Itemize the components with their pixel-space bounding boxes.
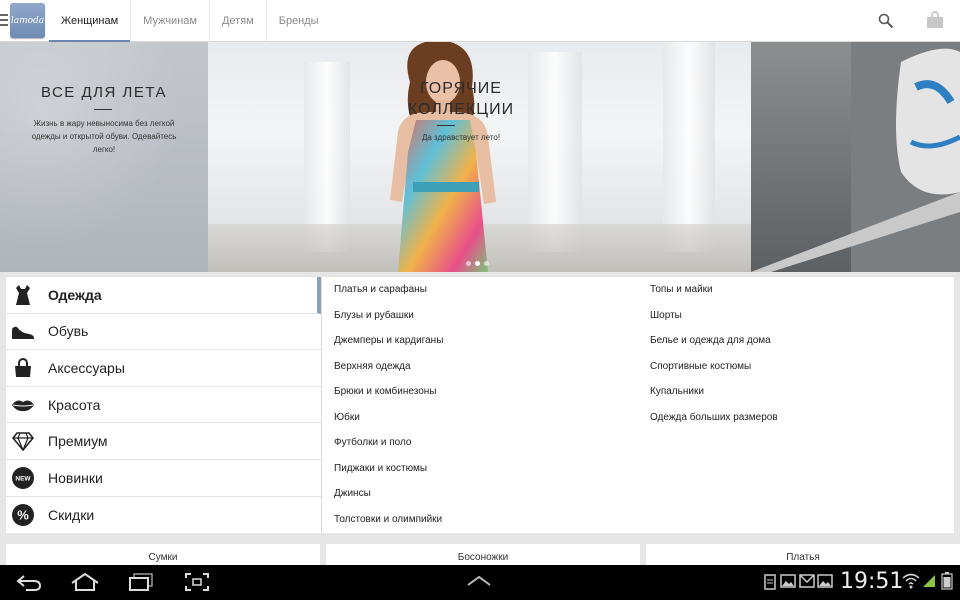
subcategory-link[interactable]: Джинсы [334, 481, 443, 507]
category-item-premium[interactable]: Премиум [6, 423, 321, 460]
top-bar: lamoda Женщинам Мужчинам Детям Бренды [0, 0, 960, 43]
banner-title-line: КОЛЛЕКЦИИ [407, 101, 515, 118]
subcategory-link[interactable]: Белье и одежда для дома [650, 328, 778, 354]
category-label: Одежда [48, 286, 102, 303]
carousel-dot[interactable] [475, 261, 480, 266]
subcategory-link[interactable]: Купальники [650, 379, 778, 405]
subcategory-column: Платья и сарафаны Блузы и рубашки Джемпе… [334, 277, 443, 532]
category-tabs: Женщинам Мужчинам Детям Бренды [49, 0, 331, 43]
percent-icon: % [11, 503, 35, 527]
tile-label: Платья [786, 552, 820, 563]
tab-label: Женщинам [61, 15, 119, 27]
banner-title: ГОРЯЧИЕ КОЛЛЕКЦИИ [386, 78, 536, 120]
category-list: Одежда Обувь Аксессуары Красота Премиум [6, 277, 321, 533]
divider [321, 277, 322, 533]
tab-men[interactable]: Мужчинам [131, 0, 210, 42]
category-label: Премиум [48, 433, 108, 450]
search-icon[interactable] [878, 13, 894, 29]
subcategory-link[interactable]: Футболки и поло [334, 430, 443, 456]
tab-label: Бренды [278, 15, 319, 27]
banner-slide-hot-collections[interactable] [208, 42, 751, 272]
category-label: Новинки [48, 469, 103, 486]
up-arrow-icon[interactable] [466, 575, 492, 587]
banner-slide-summer[interactable] [0, 42, 208, 272]
banner-text: Жизнь в жару невыносима без легкой одежд… [31, 119, 177, 154]
notification-icon [764, 574, 776, 590]
mail-icon [799, 574, 815, 588]
menu-icon[interactable] [0, 14, 8, 28]
subcategory-link[interactable]: Юбки [334, 405, 443, 431]
category-item-shoes[interactable]: Обувь [6, 314, 321, 351]
category-item-clothing[interactable]: Одежда [6, 277, 321, 314]
diamond-icon [11, 429, 35, 453]
tile-label: Босоножки [457, 552, 509, 563]
subcategory-link[interactable]: Платья и сарафаны [334, 277, 443, 303]
category-menu: Одежда Обувь Аксессуары Красота Премиум [6, 277, 954, 533]
carousel-dot[interactable] [466, 261, 471, 266]
category-item-beauty[interactable]: Красота [6, 387, 321, 424]
screenshot-icon[interactable] [184, 572, 210, 592]
carousel-dot[interactable] [484, 261, 489, 266]
image-icon [780, 574, 796, 588]
banner-title: ВСЕ ДЛЯ ЛЕТА [40, 84, 168, 101]
wifi-icon [902, 573, 920, 589]
category-item-new[interactable]: NEW Новинки [6, 460, 321, 497]
tab-women[interactable]: Женщинам [49, 0, 132, 43]
shopping-bag-icon[interactable] [926, 11, 944, 29]
divider [94, 109, 112, 110]
back-icon[interactable] [16, 572, 42, 592]
banner-text: Да здравствует лето! [421, 133, 501, 142]
subcategory-link[interactable]: Верхняя одежда [334, 354, 443, 380]
subcategory-link[interactable]: Шорты [650, 303, 778, 329]
category-label: Обувь [48, 323, 89, 340]
tile-label: Сумки [148, 552, 178, 563]
promo-banner[interactable]: ВСЕ ДЛЯ ЛЕТА Жизнь в жару невыносима без… [0, 42, 960, 272]
logo-text: lamoda [10, 15, 45, 26]
category-label: Аксессуары [48, 359, 125, 376]
battery-icon [941, 572, 953, 590]
category-label: Красота [48, 396, 101, 413]
tab-label: Детям [221, 15, 254, 27]
sneaker-photo [751, 42, 960, 272]
divider [437, 125, 455, 126]
subcategory-link[interactable]: Толстовки и олимпийки [334, 507, 443, 533]
shoe-icon [11, 319, 35, 343]
subcategory-link[interactable]: Джемперы и кардиганы [334, 328, 443, 354]
clock: 19:51 [840, 569, 904, 594]
new-badge-icon: NEW [11, 466, 35, 490]
category-item-accessories[interactable]: Аксессуары [6, 350, 321, 387]
image-icon [817, 574, 833, 588]
category-item-sale[interactable]: % Скидки [6, 497, 321, 534]
lamoda-logo[interactable]: lamoda [10, 3, 45, 38]
subcategory-column: Топы и майки Шорты Белье и одежда для до… [650, 277, 778, 430]
carousel-dots [466, 261, 489, 266]
home-icon[interactable] [70, 572, 100, 592]
category-label: Скидки [48, 506, 95, 523]
subcategory-link[interactable]: Одежда больших размеров [650, 405, 778, 431]
svg-text:NEW: NEW [15, 475, 31, 482]
lips-icon [11, 393, 35, 417]
handbag-icon [11, 356, 35, 380]
subcategory-link[interactable]: Топы и майки [650, 277, 778, 303]
tab-kids[interactable]: Детям [210, 0, 267, 42]
system-nav-bar: 19:51 [0, 565, 960, 600]
tab-brands[interactable]: Бренды [267, 0, 331, 42]
tab-label: Мужчинам [143, 15, 197, 27]
subcategory-link[interactable]: Блузы и рубашки [334, 303, 443, 329]
dress-icon [11, 283, 35, 307]
subcategory-link[interactable]: Спортивные костюмы [650, 354, 778, 380]
banner-slide-sneakers[interactable] [751, 42, 960, 272]
model-photo [390, 42, 496, 272]
svg-text:%: % [17, 507, 29, 522]
banner-title-line: ГОРЯЧИЕ [420, 80, 502, 97]
signal-icon [923, 575, 935, 587]
recent-apps-icon[interactable] [128, 572, 154, 592]
subcategory-link[interactable]: Брюки и комбинезоны [334, 379, 443, 405]
subcategory-link[interactable]: Пиджаки и костюмы [334, 456, 443, 482]
